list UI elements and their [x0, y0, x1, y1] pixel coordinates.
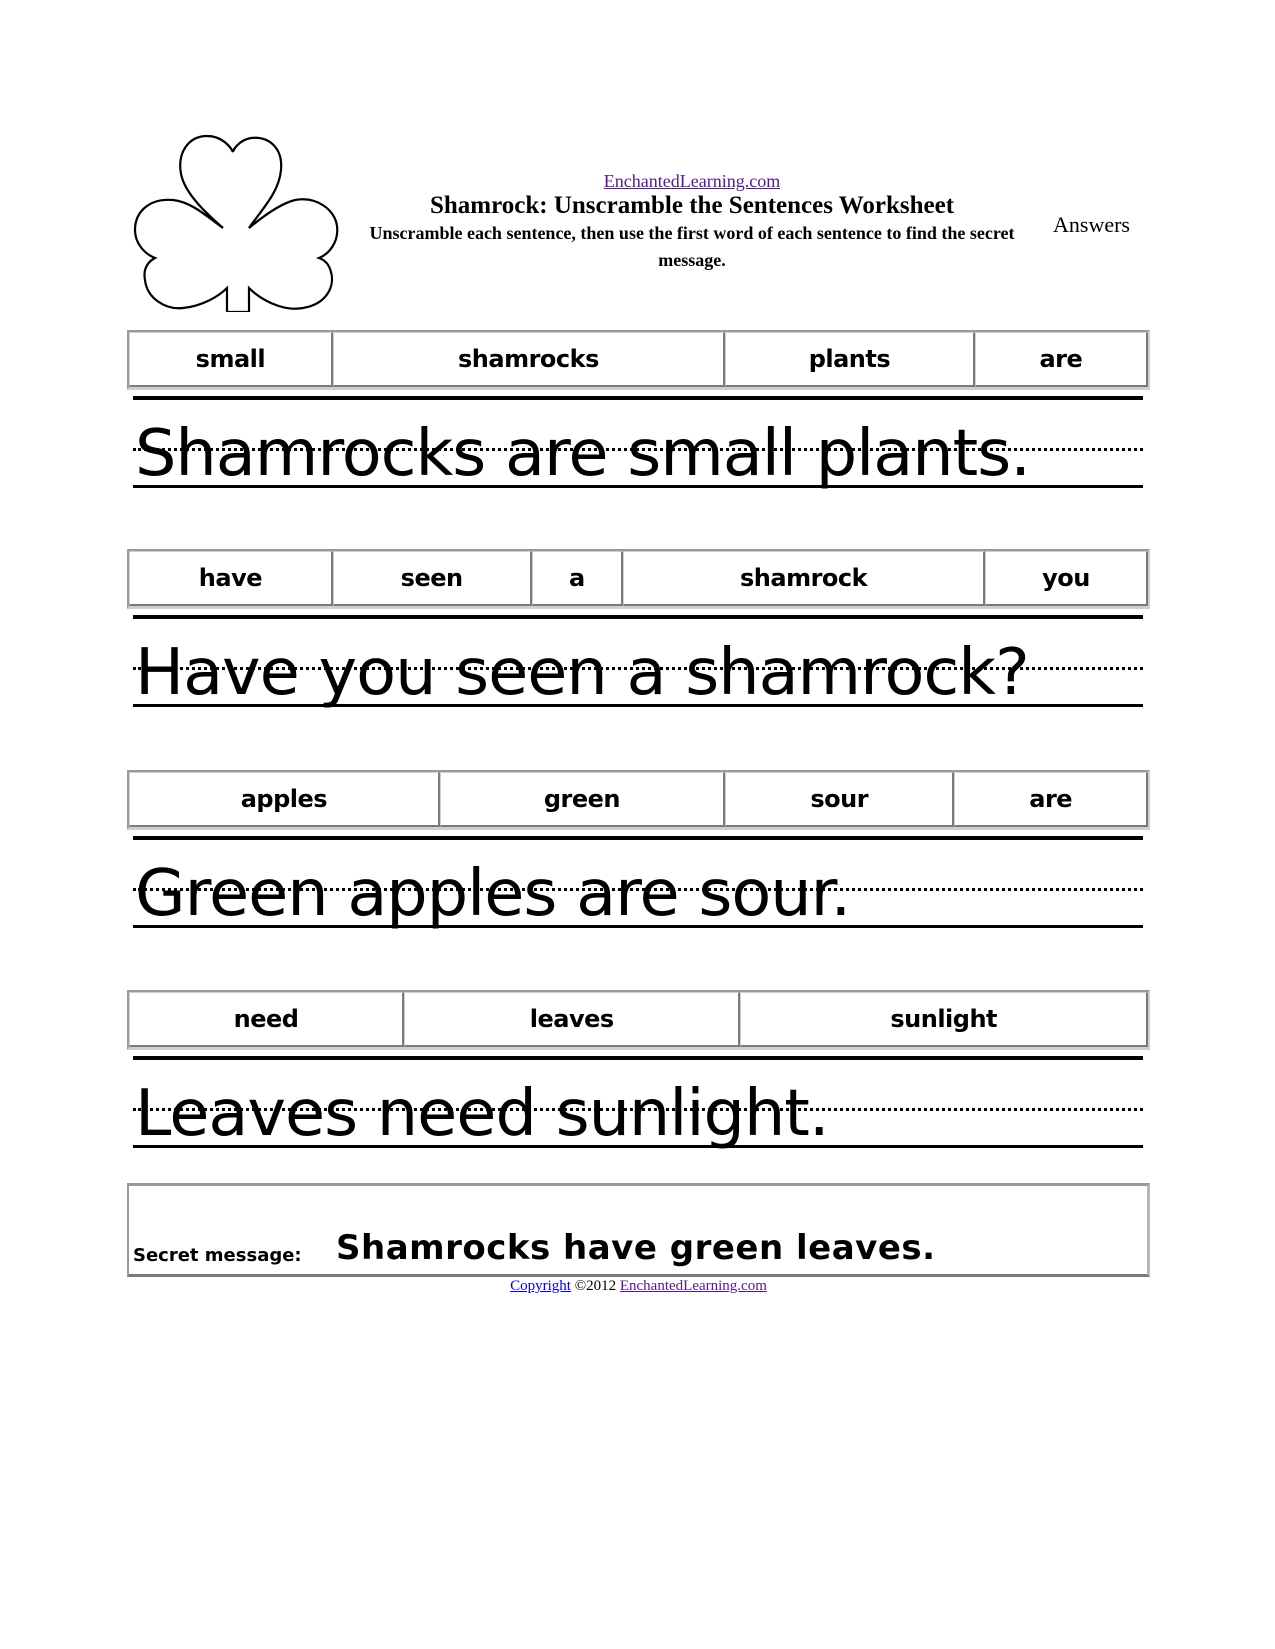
word-cell: sunlight: [740, 992, 1148, 1047]
answer-sentence: Shamrocks are small plants.: [135, 417, 1031, 491]
writing-lines: Have you seen a shamrock?: [133, 609, 1143, 719]
top-line: [133, 615, 1143, 619]
word-cell: shamrocks: [332, 332, 726, 387]
secret-message-box: Secret message: Shamrocks have green lea…: [127, 1183, 1150, 1277]
worksheet-header: EnchantedLearning.com Shamrock: Unscramb…: [127, 130, 1150, 315]
copyright-link[interactable]: Copyright: [510, 1278, 571, 1294]
word-cell: seen: [332, 551, 532, 606]
top-line: [133, 1056, 1143, 1060]
footer-site-link[interactable]: EnchantedLearning.com: [620, 1278, 767, 1294]
page-title: Shamrock: Unscramble the Sentences Works…: [429, 192, 955, 219]
shamrock-outline-icon: [133, 134, 339, 312]
answers-label: Answers: [1053, 212, 1130, 237]
top-line: [133, 836, 1143, 840]
exercise-3: apples green sour are Green apples are s…: [127, 770, 1150, 940]
word-cell: apples: [129, 772, 440, 827]
exercise-4: need leaves sunlight Leaves need sunligh…: [127, 990, 1150, 1160]
word-cell: are: [974, 332, 1148, 387]
word-table: need leaves sunlight: [127, 990, 1150, 1050]
word-table: small shamrocks plants are: [127, 330, 1150, 390]
header-text: EnchantedLearning.com Shamrock: Unscramb…: [352, 170, 1032, 274]
answer-sentence: Green apples are sour.: [135, 857, 851, 931]
top-line: [133, 396, 1143, 400]
word-table: have seen a shamrock you: [127, 549, 1150, 609]
answer-sentence: Leaves need sunlight.: [135, 1077, 830, 1151]
instructions: Unscramble each sentence, then use the f…: [369, 223, 1015, 270]
exercise-2: have seen a shamrock you Have you seen a…: [127, 549, 1150, 719]
copyright-year: ©2012: [570, 1278, 620, 1294]
word-cell: sour: [725, 772, 955, 827]
exercise-1: small shamrocks plants are Shamrocks are…: [127, 330, 1150, 500]
site-link[interactable]: EnchantedLearning.com: [352, 170, 1032, 192]
writing-lines: Shamrocks are small plants.: [133, 390, 1143, 500]
word-cell: small: [129, 332, 333, 387]
word-cell: green: [439, 772, 726, 827]
secret-message-text: Shamrocks have green leaves.: [336, 1228, 936, 1268]
writing-lines: Leaves need sunlight.: [133, 1050, 1143, 1160]
writing-lines: Green apples are sour.: [133, 830, 1143, 940]
word-cell: are: [954, 772, 1148, 827]
word-cell: a: [531, 551, 624, 606]
word-cell: have: [129, 551, 333, 606]
word-cell: you: [984, 551, 1148, 606]
word-cell: leaves: [404, 992, 741, 1047]
secret-message-label: Secret message:: [133, 1245, 302, 1266]
footer: Copyright ©2012 EnchantedLearning.com: [127, 1278, 1150, 1295]
word-cell: shamrock: [623, 551, 985, 606]
word-cell: plants: [725, 332, 975, 387]
word-table: apples green sour are: [127, 770, 1150, 830]
answer-sentence: Have you seen a shamrock?: [135, 636, 1030, 710]
word-cell: need: [129, 992, 405, 1047]
